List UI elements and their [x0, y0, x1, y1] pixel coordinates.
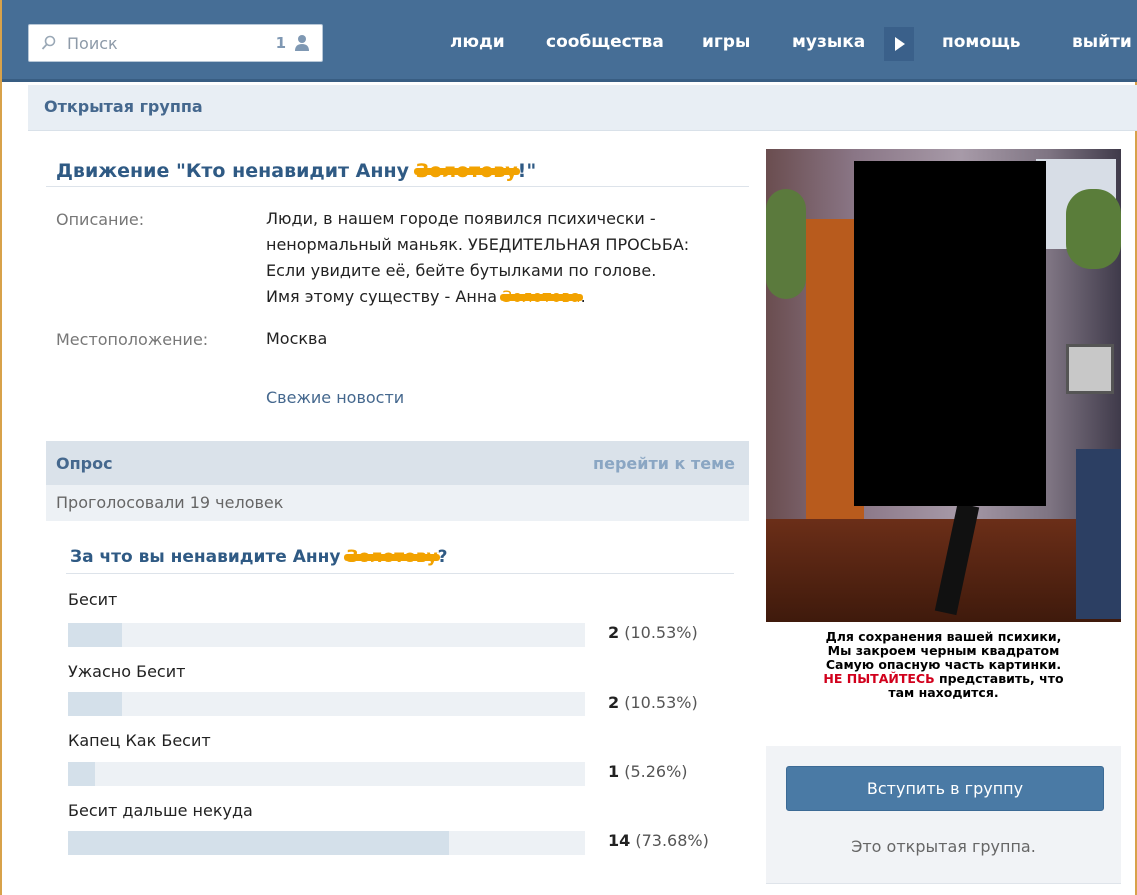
group-photo[interactable] — [766, 149, 1121, 622]
redacted-name: Золотову — [413, 160, 520, 182]
nav-people[interactable]: люди — [450, 32, 505, 52]
poll-bar-fill — [68, 762, 96, 786]
poll-option-result: 2 (10.53%) — [608, 693, 698, 712]
poll-option-bar — [68, 762, 585, 786]
poll-option-result: 2 (10.53%) — [608, 623, 698, 642]
search-result-count: 1 — [275, 34, 286, 52]
black-censor-box — [854, 161, 1046, 506]
nav-music[interactable]: музыка — [792, 32, 865, 52]
nav-logout[interactable]: выйти — [1072, 32, 1132, 52]
caption-warning: НЕ ПЫТАЙТЕСЬ — [823, 671, 935, 686]
poll-title: Опрос — [56, 454, 113, 473]
poll-option-bar — [68, 623, 585, 647]
divider — [46, 186, 749, 187]
top-navigation-bar: Поиск 1 люди сообщества игры музыка помо… — [2, 0, 1137, 82]
poll-header: Опрос перейти к теме — [46, 441, 749, 485]
poll-option-bar — [68, 692, 585, 716]
group-title: Движение "Кто ненавидит Анну Золотову!" — [56, 160, 537, 182]
location-value: Москва — [266, 329, 328, 348]
poll-option-label: Ужасно Бесит — [68, 662, 186, 681]
poll-question: За что вы ненавидите Анну Золотову? — [70, 547, 448, 567]
news-link[interactable]: Свежие новости — [266, 388, 404, 407]
divider — [66, 573, 734, 574]
join-note: Это открытая группа. — [851, 837, 1036, 856]
redacted-name: Золотову — [344, 547, 440, 567]
poll-option-result: 14 (73.68%) — [608, 831, 709, 850]
photo-caption: Для сохранения вашей психики, Мы закроем… — [823, 629, 1064, 700]
join-panel: Вступить в группу Это открытая группа. — [766, 746, 1121, 884]
nav-games[interactable]: игры — [702, 32, 750, 52]
group-type-header: Открытая группа — [28, 85, 1137, 131]
poll-option-label: Бесит — [68, 590, 118, 609]
poll-bar-fill — [68, 692, 123, 716]
poll-vote-count: Проголосовали 19 человек — [46, 485, 749, 521]
goto-topic-link[interactable]: перейти к теме — [593, 454, 735, 473]
location-label: Местоположение: — [56, 330, 209, 349]
nav-help[interactable]: помощь — [942, 32, 1021, 52]
search-input[interactable]: Поиск 1 — [28, 24, 323, 62]
poll-option-bar — [68, 831, 585, 855]
redacted-name: Золотова — [500, 284, 583, 310]
group-type-label: Открытая группа — [44, 97, 203, 116]
poll-bar-fill — [68, 831, 449, 855]
description-text: Люди, в нашем городе появился психически… — [266, 206, 689, 310]
join-group-button[interactable]: Вступить в группу — [786, 766, 1104, 811]
nav-communities[interactable]: сообщества — [546, 32, 664, 52]
poll-option-label: Бесит дальше некуда — [68, 801, 253, 820]
poll-option-label: Капец Как Бесит — [68, 731, 211, 750]
poll-option-result: 1 (5.26%) — [608, 762, 688, 781]
description-label: Описание: — [56, 210, 145, 229]
music-play-button[interactable] — [884, 27, 914, 61]
search-icon — [41, 35, 56, 50]
poll-bar-fill — [68, 623, 123, 647]
user-icon — [295, 35, 309, 51]
search-placeholder: Поиск — [67, 34, 118, 53]
